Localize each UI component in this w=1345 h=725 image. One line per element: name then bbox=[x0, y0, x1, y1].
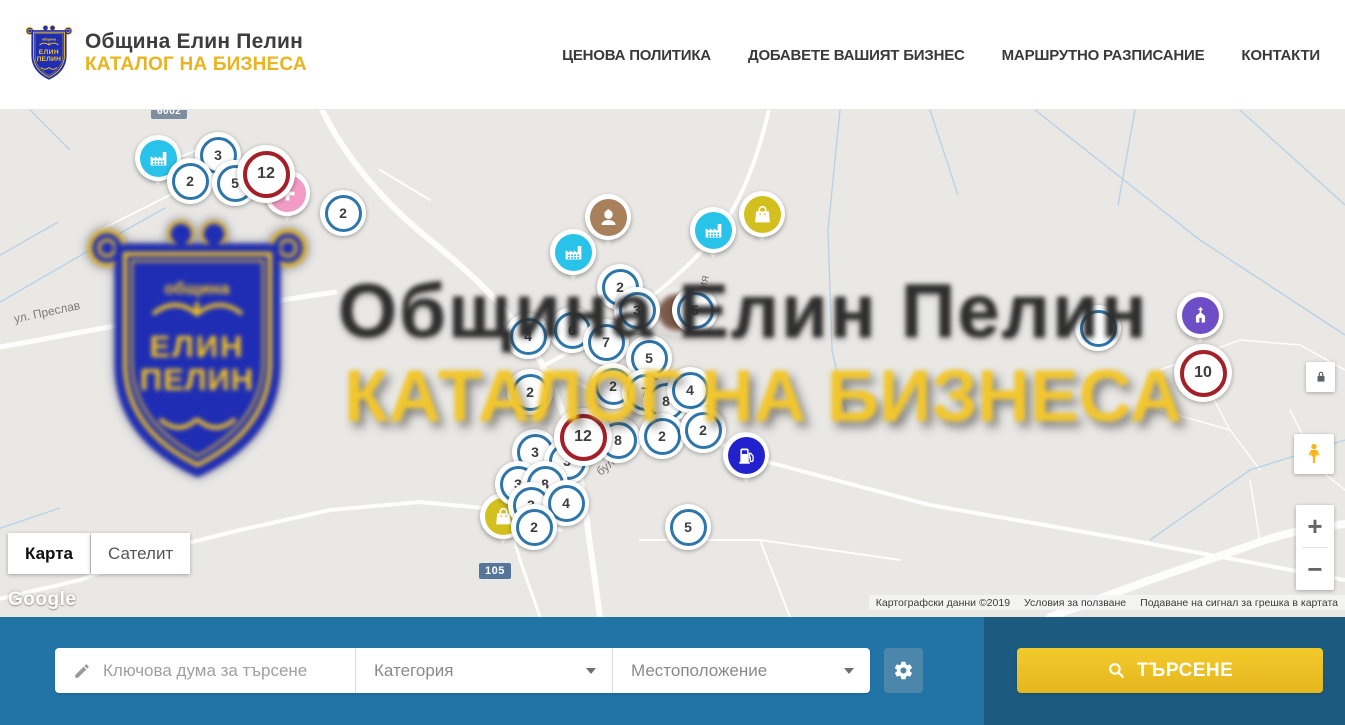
street-view-pegman[interactable] bbox=[1294, 434, 1334, 474]
watermark-title: Община Елин Пелин bbox=[338, 268, 1149, 355]
pin-head bbox=[723, 432, 769, 478]
keyword-field-wrap bbox=[55, 648, 355, 693]
map-pin-bag[interactable] bbox=[739, 191, 785, 249]
map-canvas[interactable]: ул. Преславбул. „Новоселция6002105 32512… bbox=[0, 110, 1345, 617]
municipality-crest-icon: община ЕЛИН ПЕЛИН bbox=[25, 23, 73, 83]
map-type-control: КартаСателит bbox=[8, 533, 190, 574]
worker-icon bbox=[590, 199, 627, 236]
pencil-icon bbox=[73, 662, 91, 680]
cluster-count: 2 bbox=[325, 195, 362, 232]
map-cluster-marker[interactable]: 5 bbox=[665, 504, 711, 550]
search-bar: Категория Местоположение ТЪРСЕНЕ bbox=[0, 617, 1345, 725]
watermark-crest: община ЕЛИН ПЕЛИН bbox=[85, 214, 310, 489]
page: община ЕЛИН ПЕЛИН Община Елин Пелин КАТА… bbox=[0, 0, 1345, 725]
map-cluster-marker[interactable]: 2 bbox=[511, 504, 557, 550]
road-badge: 6002 bbox=[151, 110, 187, 119]
map-pin-fuel[interactable] bbox=[723, 432, 769, 490]
svg-text:ПЕЛИН: ПЕЛИН bbox=[37, 56, 61, 63]
map-attribution: Картографски данни ©2019Условия за ползв… bbox=[869, 595, 1345, 610]
watermark-subtitle: КАТАЛОГ НА БИЗНЕСА bbox=[344, 355, 1182, 438]
factory-icon bbox=[695, 212, 732, 249]
site-logo[interactable]: община ЕЛИН ПЕЛИН Община Елин Пелин КАТА… bbox=[25, 23, 307, 83]
category-select-label: Категория bbox=[374, 661, 453, 681]
cluster-count: 12 bbox=[243, 151, 290, 198]
map-pin-worker[interactable] bbox=[585, 194, 631, 252]
zoom-out-button[interactable]: − bbox=[1296, 548, 1334, 590]
map-pin-church[interactable] bbox=[1177, 292, 1223, 350]
cluster-count: 5 bbox=[670, 509, 707, 546]
map-cluster-marker[interactable]: 10 bbox=[1174, 344, 1232, 402]
brand-text: Община Елин Пелин КАТАЛОГ НА БИЗНЕСА bbox=[85, 30, 307, 76]
svg-text:община: община bbox=[164, 279, 230, 298]
svg-text:ПЕЛИН: ПЕЛИН bbox=[140, 362, 254, 397]
google-logo[interactable]: Google bbox=[8, 589, 76, 611]
keyword-input[interactable] bbox=[103, 661, 341, 681]
nav-link-1[interactable]: ДОБАВЕТЕ ВАШИЯТ БИЗНЕС bbox=[748, 47, 965, 64]
lock-button[interactable] bbox=[1306, 362, 1335, 392]
zoom-control: + − bbox=[1296, 505, 1334, 590]
brand-subtitle: КАТАЛОГ НА БИЗНЕСА bbox=[85, 54, 307, 76]
category-select[interactable]: Категория bbox=[356, 648, 612, 693]
svg-text:ЕЛИН: ЕЛИН bbox=[149, 329, 244, 364]
cluster-count: 2 bbox=[172, 163, 209, 200]
chevron-down-icon bbox=[586, 668, 596, 674]
header: община ЕЛИН ПЕЛИН Община Елин Пелин КАТА… bbox=[0, 0, 1345, 110]
gear-icon bbox=[893, 660, 914, 681]
pin-head bbox=[1177, 292, 1223, 338]
location-select[interactable]: Местоположение bbox=[613, 648, 870, 693]
attribution-link[interactable]: Условия за ползване bbox=[1017, 597, 1133, 609]
map-type-map-button[interactable]: Карта bbox=[8, 533, 90, 574]
lock-icon bbox=[1314, 370, 1328, 384]
attribution-link[interactable]: Подаване на сигнал за грешка в картата bbox=[1133, 597, 1345, 609]
chevron-down-icon bbox=[844, 668, 854, 674]
nav-link-2[interactable]: МАРШРУТНО РАЗПИСАНИЕ bbox=[1002, 47, 1205, 64]
svg-text:ЕЛИН: ЕЛИН bbox=[39, 49, 59, 56]
search-form: Категория Местоположение bbox=[55, 648, 870, 693]
search-icon bbox=[1107, 661, 1126, 680]
nav-link-0[interactable]: ЦЕНОВА ПОЛИТИКА bbox=[562, 47, 711, 64]
location-select-label: Местоположение bbox=[631, 661, 767, 681]
fuel-icon bbox=[728, 437, 765, 474]
map-cluster-marker[interactable]: 2 bbox=[167, 158, 213, 204]
map-cluster-marker[interactable]: 2 bbox=[320, 190, 366, 236]
pin-head bbox=[585, 194, 631, 240]
bag-icon bbox=[744, 196, 781, 233]
church-icon bbox=[1182, 297, 1219, 334]
search-button-label: ТЪРСЕНЕ bbox=[1137, 660, 1234, 682]
pin-head bbox=[690, 207, 736, 253]
nav-link-3[interactable]: КОНТАКТИ bbox=[1241, 47, 1320, 64]
advanced-settings-button[interactable] bbox=[884, 648, 923, 693]
brand-title: Община Елин Пелин bbox=[85, 30, 307, 54]
main-nav: ЦЕНОВА ПОЛИТИКА ДОБАВЕТЕ ВАШИЯТ БИЗНЕС МАР… bbox=[562, 0, 1320, 110]
svg-text:община: община bbox=[42, 38, 57, 42]
cluster-count: 2 bbox=[516, 509, 553, 546]
map-cluster-marker[interactable]: 12 bbox=[237, 145, 295, 203]
search-button[interactable]: ТЪРСЕНЕ bbox=[1017, 648, 1323, 693]
map-pin-factory[interactable] bbox=[690, 207, 736, 265]
zoom-in-button[interactable]: + bbox=[1296, 505, 1334, 547]
pegman-icon bbox=[1302, 442, 1326, 466]
pin-head bbox=[739, 191, 785, 237]
road-badge: 105 bbox=[479, 563, 511, 579]
cluster-count: 10 bbox=[1180, 350, 1227, 397]
attribution-text: Картографски данни ©2019 bbox=[869, 597, 1017, 609]
map-type-satellite-button[interactable]: Сателит bbox=[91, 533, 190, 574]
